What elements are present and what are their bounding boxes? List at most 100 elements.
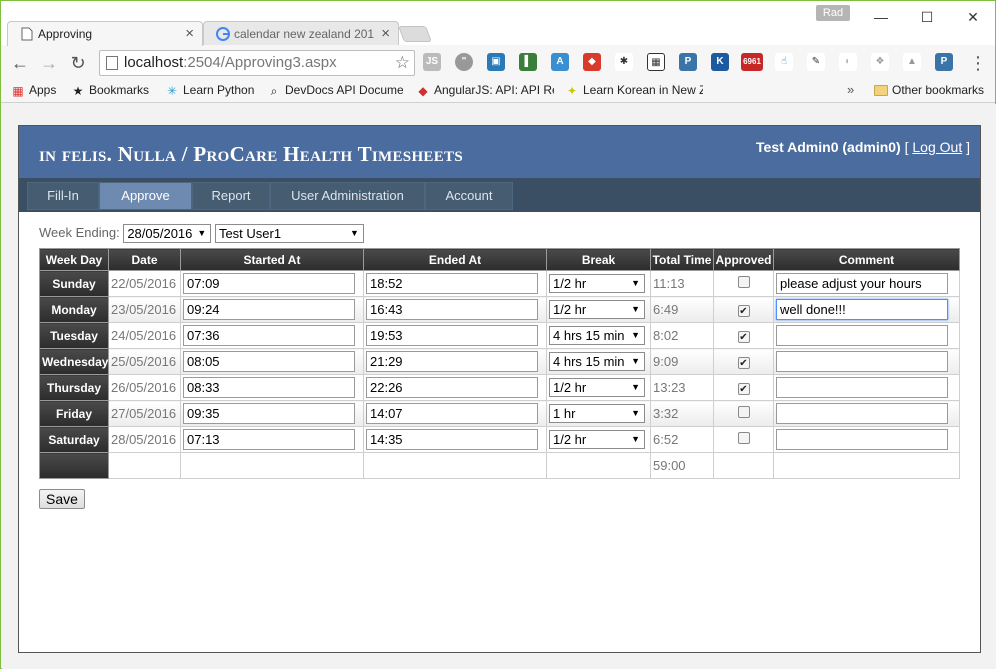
week-day-cell: Friday <box>39 400 109 427</box>
bookmark-angularjs[interactable]: ◆ AngularJS: API: API Re <box>416 83 554 97</box>
evernote-extension-icon[interactable]: ✎ <box>807 53 825 71</box>
new-tab-button[interactable] <box>398 26 432 42</box>
start-time-input[interactable] <box>183 273 355 294</box>
bookmark-label: Bookmarks <box>89 83 150 97</box>
break-select[interactable]: 1/2 hr ▼ <box>549 378 645 397</box>
profile-badge[interactable]: Rad <box>816 5 850 21</box>
dropbox-extension-icon[interactable]: ❖ <box>871 53 889 71</box>
date-cell: 24/05/2016 <box>108 322 181 349</box>
bug-extension-icon[interactable]: ✱ <box>615 53 633 71</box>
forward-icon[interactable]: → <box>38 52 60 74</box>
close-icon[interactable]: × <box>381 25 390 42</box>
end-time-input[interactable] <box>366 351 538 372</box>
bookmark-bookmarks[interactable]: ★ Bookmarks <box>71 83 149 97</box>
back-icon[interactable]: ← <box>9 52 31 74</box>
drive-extension-icon[interactable]: ▲ <box>903 53 921 71</box>
comment-input[interactable] <box>776 377 948 398</box>
js-extension-icon[interactable]: JS <box>423 53 441 71</box>
bookmark-extension-icon[interactable]: ▌ <box>519 53 537 71</box>
menu-approve[interactable]: Approve <box>99 182 192 210</box>
bookmark-learn-python[interactable]: ✳ Learn Python <box>165 83 254 97</box>
login-status: Test Admin0 (admin0) [ Log Out ] <box>756 139 970 155</box>
chat-extension-icon[interactable]: " <box>455 53 473 71</box>
start-cell <box>180 400 364 427</box>
tab-calendar[interactable]: calendar new zealand 201 × <box>203 21 399 46</box>
maximize-icon[interactable]: ☐ <box>917 7 937 27</box>
comment-input[interactable] <box>776 325 948 346</box>
end-time-input[interactable] <box>366 299 538 320</box>
start-time-input[interactable] <box>183 299 355 320</box>
python2-extension-icon[interactable]: P <box>935 53 953 71</box>
gmail-extension-icon[interactable]: 6961 <box>741 53 763 71</box>
week-day-cell: Monday <box>39 296 109 323</box>
close-icon[interactable]: × <box>185 25 194 42</box>
total-row-comment <box>773 452 960 479</box>
approved-checkbox[interactable] <box>737 432 750 444</box>
menu-fill-in[interactable]: Fill-In <box>27 182 99 210</box>
start-time-input[interactable] <box>183 429 355 450</box>
chevron-double-right-icon[interactable]: » <box>847 82 854 97</box>
comment-input[interactable] <box>776 351 948 372</box>
end-time-input[interactable] <box>366 325 538 346</box>
break-select[interactable]: 1 hr ▼ <box>549 404 645 423</box>
approved-checkbox[interactable]: ✔ <box>737 305 750 317</box>
circle-extension-icon[interactable]: ◐ <box>839 53 857 71</box>
table-row: Thursday26/05/2016 1/2 hr ▼ 13:23 ✔ <box>39 374 960 401</box>
break-select[interactable]: 4 hrs 15 min ▼ <box>549 326 645 345</box>
start-time-input[interactable] <box>183 403 355 424</box>
break-select[interactable]: 1/2 hr ▼ <box>549 300 645 319</box>
qr-extension-icon[interactable]: ▦ <box>647 53 665 71</box>
hand-extension-icon[interactable]: ☝ <box>775 53 793 71</box>
start-time-input[interactable] <box>183 377 355 398</box>
menu-report[interactable]: Report <box>192 182 270 210</box>
save-button[interactable]: Save <box>39 489 85 509</box>
break-cell: 1 hr ▼ <box>546 400 651 427</box>
bracket-open: [ <box>904 139 909 155</box>
user-select[interactable]: Test User1 ▼ <box>214 224 364 243</box>
week-ending-select[interactable]: 28/05/2016 ▼ <box>123 224 212 243</box>
palette-extension-icon[interactable]: ◆ <box>583 53 601 71</box>
comment-input[interactable] <box>776 299 948 320</box>
comment-input[interactable] <box>776 429 948 450</box>
end-cell <box>363 296 547 323</box>
logout-link[interactable]: Log Out <box>912 139 962 155</box>
bookmark-learn-korean[interactable]: ✦ Learn Korean in New Z <box>565 83 703 97</box>
menu-account[interactable]: Account <box>425 182 513 210</box>
tab-approving[interactable]: Approving × <box>7 21 203 46</box>
menu-user-administration[interactable]: User Administration <box>270 182 425 210</box>
box-extension-icon[interactable]: ▣ <box>487 53 505 71</box>
reload-icon[interactable]: ↻ <box>67 52 89 74</box>
bookmark-other[interactable]: Other bookmarks <box>874 83 984 97</box>
address-bar[interactable]: localhost:2504/Approving3.aspx ☆ <box>99 50 415 76</box>
date-cell: 27/05/2016 <box>108 400 181 427</box>
font-extension-icon[interactable]: A <box>551 53 569 71</box>
python-extension-icon[interactable]: P <box>679 53 697 71</box>
comment-input[interactable] <box>776 403 948 424</box>
end-time-input[interactable] <box>366 403 538 424</box>
bookmark-devdocs[interactable]: ⌕ DevDocs API Docume <box>267 83 403 97</box>
end-time-input[interactable] <box>366 377 538 398</box>
approved-checkbox[interactable]: ✔ <box>737 331 750 343</box>
k-extension-icon[interactable]: K <box>711 53 729 71</box>
start-time-input[interactable] <box>183 325 355 346</box>
break-select[interactable]: 4 hrs 15 min ▼ <box>549 352 645 371</box>
star-icon: ★ <box>72 84 84 97</box>
approved-checkbox[interactable] <box>737 406 750 418</box>
start-cell <box>180 296 364 323</box>
end-time-input[interactable] <box>366 273 538 294</box>
approved-checkbox[interactable] <box>737 276 750 288</box>
dropdown-arrow-icon: ▼ <box>350 228 359 238</box>
star-icon[interactable]: ☆ <box>395 53 410 73</box>
date-cell: 26/05/2016 <box>108 374 181 401</box>
break-select[interactable]: 1/2 hr ▼ <box>549 274 645 293</box>
bookmark-apps[interactable]: ▦ Apps <box>11 83 56 97</box>
minimize-icon[interactable]: — <box>871 7 891 27</box>
start-time-input[interactable] <box>183 351 355 372</box>
end-time-input[interactable] <box>366 429 538 450</box>
menu-icon[interactable]: ⋮ <box>969 53 987 74</box>
break-select[interactable]: 1/2 hr ▼ <box>549 430 645 449</box>
close-window-icon[interactable]: ✕ <box>963 7 983 27</box>
approved-checkbox[interactable]: ✔ <box>737 383 750 395</box>
approved-checkbox[interactable]: ✔ <box>737 357 750 369</box>
comment-input[interactable] <box>776 273 948 294</box>
